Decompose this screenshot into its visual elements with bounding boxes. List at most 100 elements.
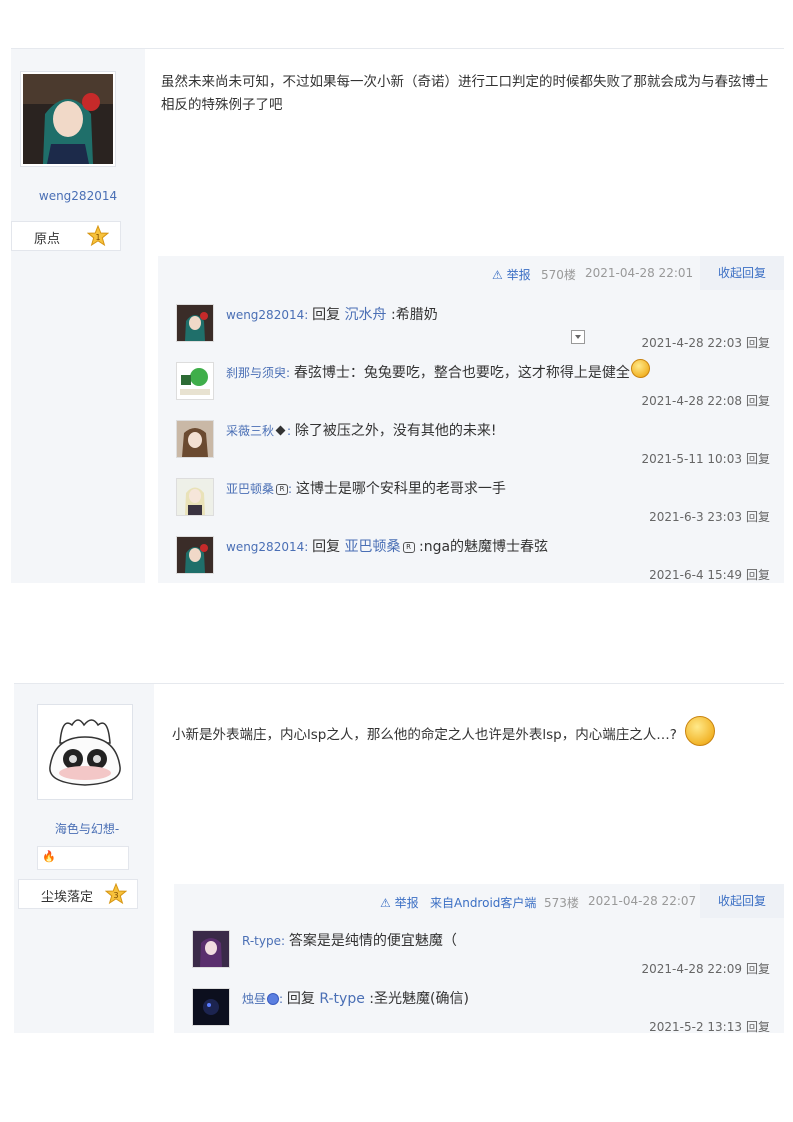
reply-line: 刹那与须臾: 春弦博士：兔兔要吃，整合也要吃，这才称得上是健全 bbox=[226, 358, 650, 383]
diamond-badge-icon bbox=[275, 425, 286, 436]
reply-meta: 2021-4-28 22:09 回复 bbox=[641, 960, 770, 977]
reply-line: weng282014: 回复 沉水舟 :希腊奶 bbox=[226, 304, 438, 324]
reply-avatar[interactable] bbox=[176, 478, 214, 516]
reply-button[interactable]: 回复 bbox=[746, 394, 770, 408]
avatar-image-icon bbox=[177, 363, 213, 399]
reply-button[interactable]: 回复 bbox=[746, 568, 770, 582]
floor-number: 570楼 bbox=[541, 268, 576, 282]
reply-sep: : bbox=[279, 992, 287, 1006]
reply-text: 春弦博士：兔兔要吃，整合也要吃，这才称得上是健全 bbox=[293, 365, 630, 381]
author-sidebar: weng282014 原点 1 bbox=[11, 49, 145, 583]
reply-time: 2021-6-3 23:03 bbox=[649, 510, 742, 524]
svg-text:1: 1 bbox=[95, 233, 100, 242]
reply-avatar[interactable] bbox=[192, 930, 230, 968]
reply-line: 亚巴顿桑 R: 这博士是哪个安科里的老哥求一手 bbox=[226, 478, 506, 498]
post-toolbar: ⚠ 举报 570楼 2021-04-28 22:01 收起回复 bbox=[158, 256, 784, 290]
reply-line: 采薇三秋: 除了被压之外，没有其他的未来! bbox=[226, 420, 497, 440]
reply-sep: : bbox=[288, 482, 296, 496]
avatar-image-icon bbox=[23, 74, 113, 164]
flame-badge-icon: 🔥 bbox=[42, 850, 56, 863]
reply-mention-link[interactable]: 沉水舟 bbox=[345, 307, 387, 323]
reply-button[interactable]: 回复 bbox=[746, 1020, 770, 1033]
reply-meta: 2021-5-2 13:13 回复 bbox=[649, 1018, 770, 1033]
reply-user[interactable]: weng282014 bbox=[226, 540, 304, 554]
avatar-image-icon bbox=[193, 989, 229, 1025]
reply-time: 2021-6-4 15:49 bbox=[649, 568, 742, 582]
member-badge-icon: R bbox=[276, 483, 289, 495]
reply-time: 2021-4-28 22:09 bbox=[641, 962, 742, 976]
avatar-image-icon bbox=[177, 479, 213, 515]
reply-item: weng282014: 回复 亚巴顿桑 R :nga的魅魔博士春弦 2021-6-… bbox=[158, 530, 784, 583]
reply-text: :圣光魅魔(确信) bbox=[364, 991, 469, 1007]
collapse-replies-button[interactable]: 收起回复 bbox=[700, 256, 784, 290]
vip-badge-icon bbox=[267, 993, 280, 1005]
post-573: 海色与幻想- 🔥 尘埃落定 3 小新是外表端庄，内心lsp之人，那么他的命定之人… bbox=[14, 683, 784, 1033]
reply-item: weng282014: 回复 沉水舟 :希腊奶 2021-4-28 22:03 回… bbox=[158, 298, 784, 356]
reply-user[interactable]: weng282014 bbox=[226, 308, 304, 322]
reply-meta: 2021-6-4 15:49 回复 bbox=[649, 566, 770, 583]
reply-meta: 2021-5-11 10:03 回复 bbox=[641, 450, 770, 467]
reply-item: R-type: 答案是是纯情的便宜魅魔（ 2021-4-28 22:09 回复 bbox=[174, 924, 784, 982]
reply-button[interactable]: 回复 bbox=[746, 336, 770, 350]
reply-meta: 2021-4-28 22:03 回复 bbox=[641, 334, 770, 351]
reply-user[interactable]: 烛昼 bbox=[242, 992, 266, 1006]
reply-avatar[interactable] bbox=[176, 304, 214, 342]
reply-text: 这博士是哪个安科里的老哥求一手 bbox=[295, 481, 506, 497]
avatar-image-icon bbox=[40, 707, 130, 797]
author-rank: 尘埃落定 3 bbox=[18, 879, 138, 909]
collapse-replies-button[interactable]: 收起回复 bbox=[700, 884, 784, 918]
author-name[interactable]: 海色与幻想- bbox=[17, 820, 157, 837]
reply-time: 2021-4-28 22:03 bbox=[641, 336, 742, 350]
reply-user[interactable]: 采薇三秋 bbox=[226, 424, 274, 438]
reply-user[interactable]: 亚巴顿桑 bbox=[226, 482, 274, 496]
reply-sep: : bbox=[304, 308, 313, 322]
reply-avatar[interactable] bbox=[176, 420, 214, 458]
smiley-emoji-icon bbox=[630, 358, 650, 378]
reply-time: 2021-5-11 10:03 bbox=[641, 452, 742, 466]
reply-list: R-type: 答案是是纯情的便宜魅魔（ 2021-4-28 22:09 回复 烛… bbox=[174, 918, 784, 1033]
author-avatar[interactable] bbox=[37, 704, 133, 800]
reply-button[interactable]: 回复 bbox=[746, 962, 770, 976]
reply-item: 烛昼: 回复 R-type :圣光魅魔(确信) 2021-5-2 13:13 回复 bbox=[174, 982, 784, 1033]
reply-item: 刹那与须臾: 春弦博士：兔兔要吃，整合也要吃，这才称得上是健全 2021-4-2… bbox=[158, 356, 784, 414]
client-source[interactable]: 来自Android客户端 bbox=[430, 894, 536, 911]
rank-label: 尘埃落定 bbox=[41, 890, 94, 905]
reply-sep: : bbox=[286, 366, 294, 380]
member-badge-icon: R bbox=[402, 541, 415, 553]
reply-mention-link[interactable]: 亚巴顿桑 bbox=[345, 539, 401, 555]
author-sidebar: 海色与幻想- 🔥 尘埃落定 3 bbox=[14, 684, 154, 1033]
reply-time: 2021-4-28 22:08 bbox=[641, 394, 742, 408]
svg-text:3: 3 bbox=[113, 891, 118, 900]
author-avatar[interactable] bbox=[20, 71, 116, 167]
reply-user[interactable]: 刹那与须臾 bbox=[226, 366, 286, 380]
reply-avatar[interactable] bbox=[176, 362, 214, 400]
avatar-image-icon bbox=[193, 931, 229, 967]
level-star-icon: 1 bbox=[87, 225, 109, 247]
reply-text: 除了被压之外，没有其他的未来! bbox=[294, 423, 497, 439]
avatar-image-icon bbox=[177, 305, 213, 341]
reply-mention-link[interactable]: R-type bbox=[319, 991, 365, 1007]
report-link[interactable]: ⚠ 举报 bbox=[492, 266, 531, 283]
reply-avatar[interactable] bbox=[176, 536, 214, 574]
reply-button[interactable]: 回复 bbox=[746, 452, 770, 466]
avatar-image-icon bbox=[177, 537, 213, 573]
reply-meta: 2021-4-28 22:08 回复 bbox=[641, 392, 770, 409]
reply-prefix: 回复 bbox=[312, 539, 345, 555]
reply-avatar[interactable] bbox=[192, 988, 230, 1026]
post-text: 小新是外表端庄，内心lsp之人，那么他的命定之人也许是外表lsp，内心端庄之人…… bbox=[172, 727, 677, 743]
author-rank: 原点 1 bbox=[11, 221, 121, 251]
reply-item: 亚巴顿桑 R: 这博士是哪个安科里的老哥求一手 2021-6-3 23:03 回复 bbox=[158, 472, 784, 530]
reply-sep: : bbox=[304, 540, 313, 554]
reply-line: 烛昼: 回复 R-type :圣光魅魔(确信) bbox=[242, 988, 469, 1008]
rank-label: 原点 bbox=[34, 232, 61, 247]
author-name[interactable]: weng282014 bbox=[11, 189, 145, 203]
expand-dropdown-icon[interactable] bbox=[571, 330, 585, 344]
post-570: weng282014 原点 1 虽然未来尚未可知，不过如果每一次小新（奇诺）进行… bbox=[11, 48, 784, 583]
reply-user[interactable]: R-type bbox=[242, 934, 281, 948]
post-content: 虽然未来尚未可知，不过如果每一次小新（奇诺）进行工口判定的时候都失败了那就会成为… bbox=[161, 74, 769, 113]
reply-prefix: 回复 bbox=[286, 991, 320, 1007]
reply-item: 采薇三秋: 除了被压之外，没有其他的未来! 2021-5-11 10:03 回复 bbox=[158, 414, 784, 472]
reply-button[interactable]: 回复 bbox=[746, 510, 770, 524]
report-link[interactable]: ⚠ 举报 bbox=[380, 894, 419, 911]
reply-text: 答案是是纯情的便宜魅魔（ bbox=[288, 933, 457, 949]
